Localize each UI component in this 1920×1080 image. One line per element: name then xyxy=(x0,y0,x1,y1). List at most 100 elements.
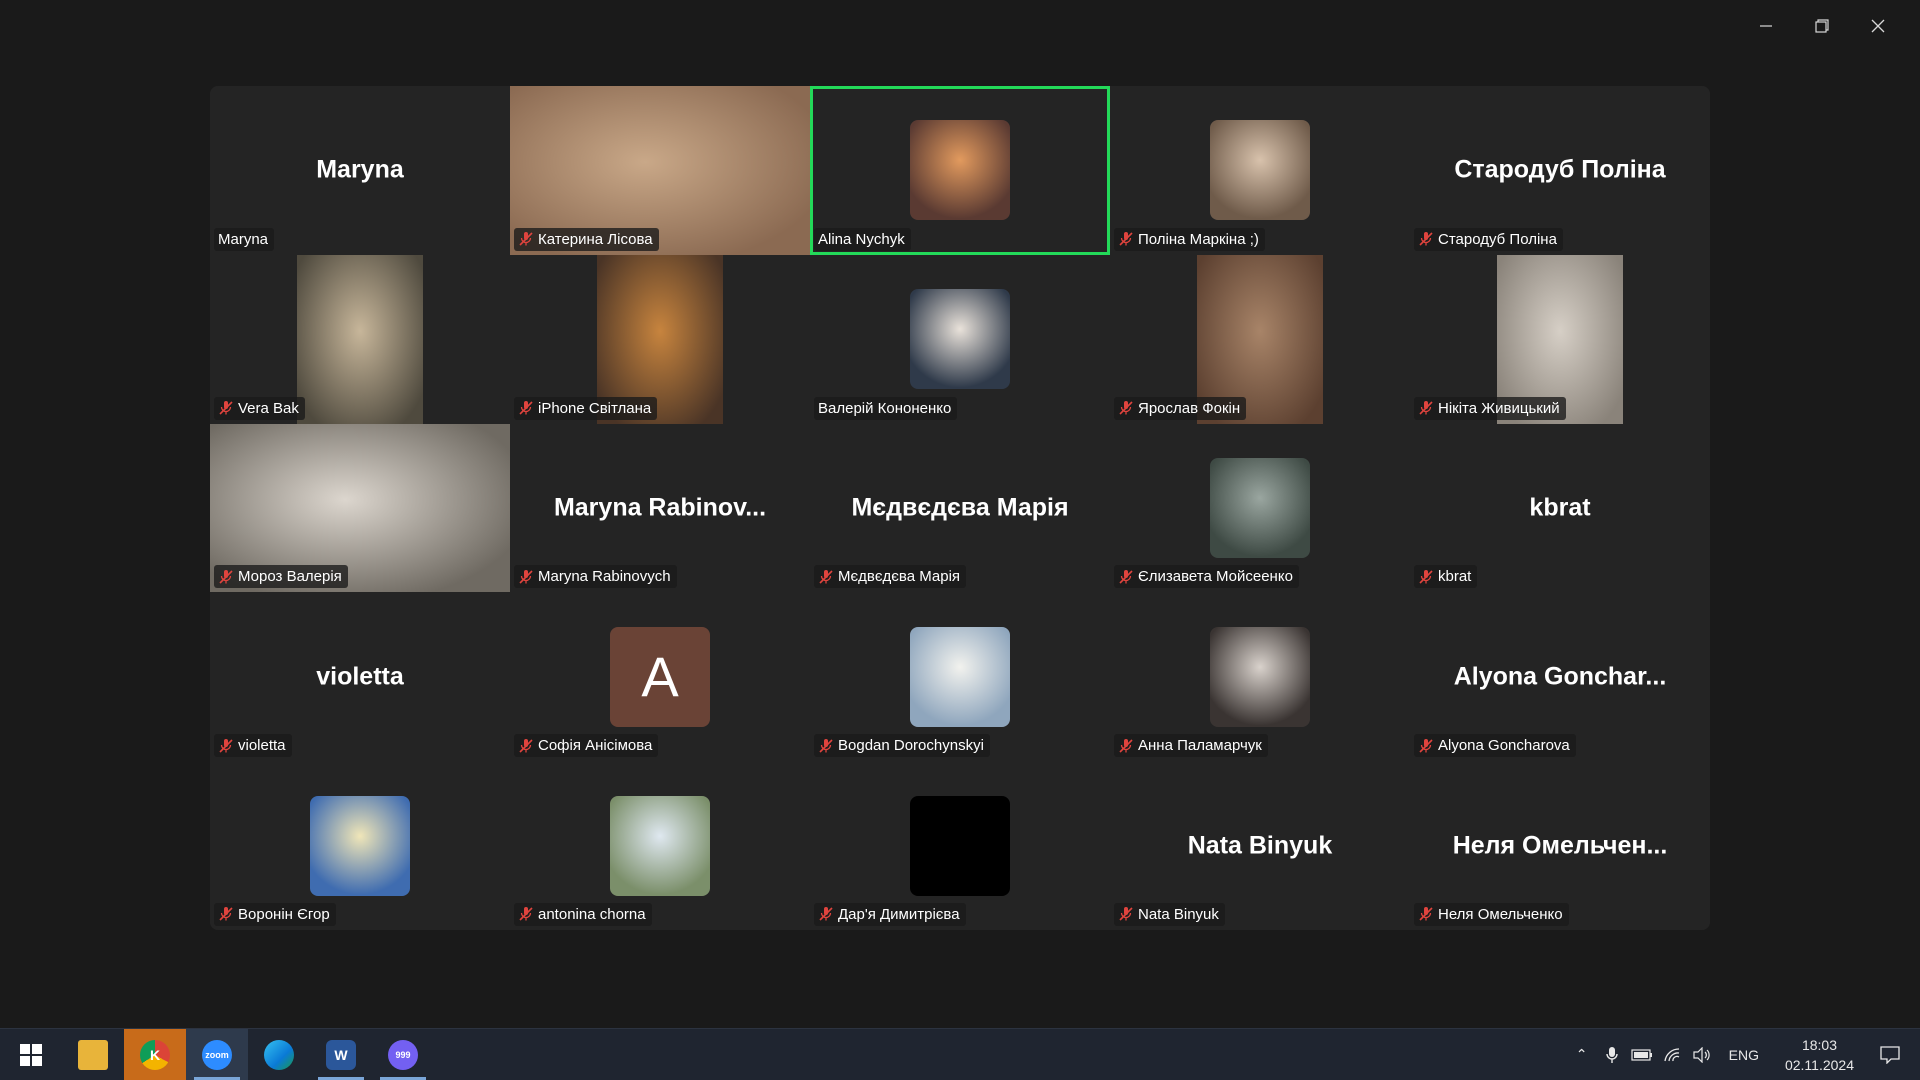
participant-tile[interactable]: Анна Паламарчук xyxy=(1110,592,1410,762)
participant-video xyxy=(297,254,423,424)
taskbar-app-chrome[interactable]: K xyxy=(124,1029,186,1080)
network-tray-button[interactable] xyxy=(1657,1029,1687,1080)
participant-name-label: Nata Binyuk xyxy=(1114,902,1225,926)
notifications-button[interactable] xyxy=(1868,1029,1912,1080)
participant-name: Валерій Кононенко xyxy=(818,399,952,417)
participant-name-label: iPhone Світлана xyxy=(514,396,658,420)
participant-display-name: Неля Омельчен... xyxy=(1452,831,1668,860)
participant-tile[interactable]: kbrat kbrat xyxy=(1410,423,1710,593)
participant-tile[interactable]: Нікіта Живицький xyxy=(1410,254,1710,424)
windows-icon xyxy=(20,1043,42,1066)
participant-avatar xyxy=(910,120,1010,221)
close-button[interactable] xyxy=(1850,10,1906,42)
avatar-initial: A xyxy=(641,645,679,709)
mic-muted-icon xyxy=(519,401,533,415)
participant-avatar xyxy=(910,795,1010,896)
participant-name: Катерина Лісова xyxy=(538,230,653,248)
participant-tile[interactable]: violetta violetta xyxy=(210,592,510,762)
battery-icon xyxy=(1631,1048,1652,1061)
participant-tile[interactable]: Валерій Кононенко xyxy=(810,254,1110,424)
start-button[interactable] xyxy=(0,1029,62,1080)
viber-icon: 999 xyxy=(388,1039,418,1070)
participant-name: Стародуб Поліна xyxy=(1438,230,1557,248)
participant-name: Мороз Валерія xyxy=(238,568,342,586)
participant-tile[interactable]: Неля Омельчен... Неля Омельченко xyxy=(1410,761,1710,930)
taskbar-apps: Kzoom W 999 xyxy=(62,1029,434,1080)
participant-name: kbrat xyxy=(1438,568,1472,586)
participant-avatar xyxy=(1210,457,1310,558)
battery-tray-button[interactable] xyxy=(1627,1029,1657,1080)
volume-tray-button[interactable] xyxy=(1687,1029,1717,1080)
participant-tile[interactable]: Воронін Єгор xyxy=(210,761,510,930)
participant-name-label: Нікіта Живицький xyxy=(1414,396,1566,420)
participant-tile[interactable]: antonina chorna xyxy=(510,761,810,930)
participant-name: Alyona Goncharova xyxy=(1438,737,1570,755)
participant-display-name: Maryna xyxy=(316,155,404,184)
taskbar-app-file-explorer[interactable] xyxy=(62,1029,124,1080)
clock-date: 02.11.2024 xyxy=(1784,1056,1854,1073)
taskbar-app-viber[interactable]: 999 xyxy=(372,1029,434,1080)
participant-tile[interactable]: Nata Binyuk Nata Binyuk xyxy=(1110,761,1410,930)
restore-button[interactable] xyxy=(1794,10,1850,42)
close-icon xyxy=(1871,19,1885,33)
speaker-icon xyxy=(1693,1046,1710,1063)
mic-muted-icon xyxy=(519,569,533,584)
participant-name-label: Софія Анісімова xyxy=(514,734,659,758)
participant-tile[interactable]: A Софія Анісімова xyxy=(510,592,810,762)
participant-name-label: Єлизавета Мойсеенко xyxy=(1114,565,1299,589)
chevron-up-icon: ⌃ xyxy=(1575,1046,1588,1062)
participant-name: Дар'я Димитрієва xyxy=(838,905,960,923)
chrome-icon: K xyxy=(140,1039,170,1070)
participant-tile[interactable]: Поліна Маркіна ;) xyxy=(1110,86,1410,255)
microphone-tray-button[interactable] xyxy=(1597,1029,1627,1080)
language-indicator[interactable]: ENG xyxy=(1717,1047,1771,1063)
participant-name: Alina Nychyk xyxy=(818,230,905,248)
participant-name-label: Валерій Кононенко xyxy=(814,396,958,420)
viber-glyph: 999 xyxy=(395,1049,411,1060)
participant-avatar xyxy=(310,795,410,896)
participant-tile[interactable]: Дар'я Димитрієва xyxy=(810,761,1110,930)
participant-tile[interactable]: Ярослав Фокін xyxy=(1110,254,1410,424)
taskbar-app-zoom[interactable]: zoom xyxy=(186,1029,248,1080)
participant-name-label: Alyona Goncharova xyxy=(1414,734,1576,758)
participant-display-name: kbrat xyxy=(1529,493,1591,522)
participant-display-name: Nata Binyuk xyxy=(1187,831,1333,860)
participant-avatar xyxy=(1210,120,1310,221)
participant-tile[interactable]: Стародуб Поліна Стародуб Поліна xyxy=(1410,86,1710,255)
taskbar: Kzoom W 999 ⌃ ENG 18:03 02.11.2024 xyxy=(0,1028,1920,1080)
participant-tile[interactable]: Єлизавета Мойсеенко xyxy=(1110,423,1410,593)
taskbar-app-word[interactable]: W xyxy=(310,1029,372,1080)
participant-name-label: Vera Bak xyxy=(214,396,305,420)
chrome-glyph: K xyxy=(149,1046,161,1063)
participant-name: Єлизавета Мойсеенко xyxy=(1138,568,1293,586)
clock[interactable]: 18:03 02.11.2024 xyxy=(1771,1035,1868,1075)
participant-display-name: Мєдвєдєва Марія xyxy=(851,493,1069,522)
taskbar-app-edge[interactable] xyxy=(248,1029,310,1080)
participant-name: Maryna Rabinovych xyxy=(538,568,671,586)
mic-muted-icon xyxy=(1419,569,1433,584)
minimize-button[interactable] xyxy=(1738,10,1794,42)
participant-tile[interactable]: Maryna Rabinov... Maryna Rabinovych xyxy=(510,423,810,593)
participant-name: antonina chorna xyxy=(538,905,646,923)
participant-tile[interactable]: Vera Bak xyxy=(210,254,510,424)
participant-name: Софія Анісімова xyxy=(538,737,653,755)
mic-muted-icon xyxy=(819,738,833,753)
mic-muted-icon xyxy=(1119,232,1133,246)
restore-icon xyxy=(1815,19,1829,33)
mic-muted-icon xyxy=(1119,569,1133,584)
participant-tile[interactable]: iPhone Світлана xyxy=(510,254,810,424)
participant-tile[interactable]: Maryna Maryna xyxy=(210,86,510,255)
participant-name: Nata Binyuk xyxy=(1138,905,1219,923)
participant-name-label: Стародуб Поліна xyxy=(1414,227,1563,251)
participant-name: Воронін Єгор xyxy=(238,905,330,923)
participant-name: Bogdan Dorochynskyi xyxy=(838,737,984,755)
participant-tile[interactable]: Мороз Валерія xyxy=(210,423,510,593)
participant-tile[interactable]: Bogdan Dorochynskyi xyxy=(810,592,1110,762)
participant-tile[interactable]: Мєдвєдєва Марія Мєдвєдєва Марія xyxy=(810,423,1110,593)
participant-tile[interactable]: Alyona Gonchar... Alyona Goncharova xyxy=(1410,592,1710,762)
participant-name-label: Анна Паламарчук xyxy=(1114,734,1268,758)
participant-tile[interactable]: Катерина Лісова xyxy=(510,86,810,255)
participant-avatar: A xyxy=(610,626,710,727)
tray-overflow-button[interactable]: ⌃ xyxy=(1567,1029,1597,1080)
participant-tile[interactable]: Alina Nychyk xyxy=(810,86,1110,255)
